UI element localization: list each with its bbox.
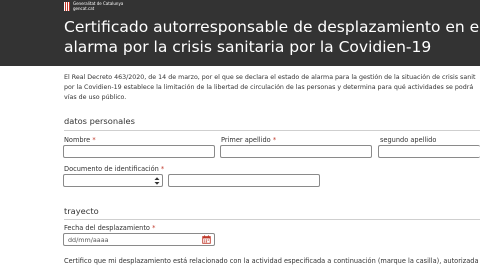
section-divider-personal — [64, 130, 480, 131]
section-title-trayecto: trayecto — [64, 206, 99, 216]
page-header: Generalitat de Catalunya gencat.cat Cert… — [0, 0, 480, 66]
calendar-icon[interactable] — [202, 235, 211, 244]
page-title: Certificado autorresponsable de desplaza… — [64, 17, 480, 57]
primer-apellido-field[interactable] — [220, 145, 372, 158]
section-divider-trayecto — [64, 219, 480, 220]
generalitat-logo-icon — [64, 2, 70, 11]
page-title-line1: Certificado autorresponsable de desplaza… — [64, 18, 480, 36]
nombre-label: Nombre * — [64, 136, 96, 144]
required-mark: * — [92, 136, 96, 144]
logo-url: gencat.cat — [73, 6, 95, 11]
documento-type-select[interactable] — [63, 174, 163, 187]
intro-paragraph: El Real Decreto 463/2020, de 14 de marzo… — [64, 73, 480, 103]
intro-line1: El Real Decreto 463/2020, de 14 de marzo… — [64, 74, 476, 81]
documento-label: Documento de identificación * — [64, 165, 165, 173]
select-arrows-icon — [154, 177, 160, 185]
segundo-apellido-field[interactable] — [378, 145, 480, 158]
required-mark: * — [272, 136, 277, 144]
fecha-label: Fecha del desplazamiento * — [64, 224, 156, 232]
fecha-placeholder: dd/mm/aaaa — [68, 236, 109, 244]
primer-apellido-label: Primer apellido * — [221, 136, 277, 144]
documento-number-field[interactable] — [168, 174, 320, 187]
required-mark: * — [160, 165, 165, 173]
intro-line3: vías de uso público. — [64, 94, 127, 101]
page-title-line2: alarma por la crisis sanitaria por la Co… — [64, 38, 432, 56]
intro-line2: por la Covidien-19 establece la limitaci… — [64, 84, 474, 91]
fecha-date-field[interactable]: dd/mm/aaaa — [63, 233, 215, 246]
required-mark: * — [152, 224, 156, 232]
certifico-statement: Certifico que mi desplazamiento está rel… — [64, 257, 480, 265]
section-title-personal: datos personales — [64, 116, 135, 126]
segundo-apellido-label: segundo apellido — [380, 136, 437, 144]
nombre-field[interactable] — [63, 145, 215, 158]
